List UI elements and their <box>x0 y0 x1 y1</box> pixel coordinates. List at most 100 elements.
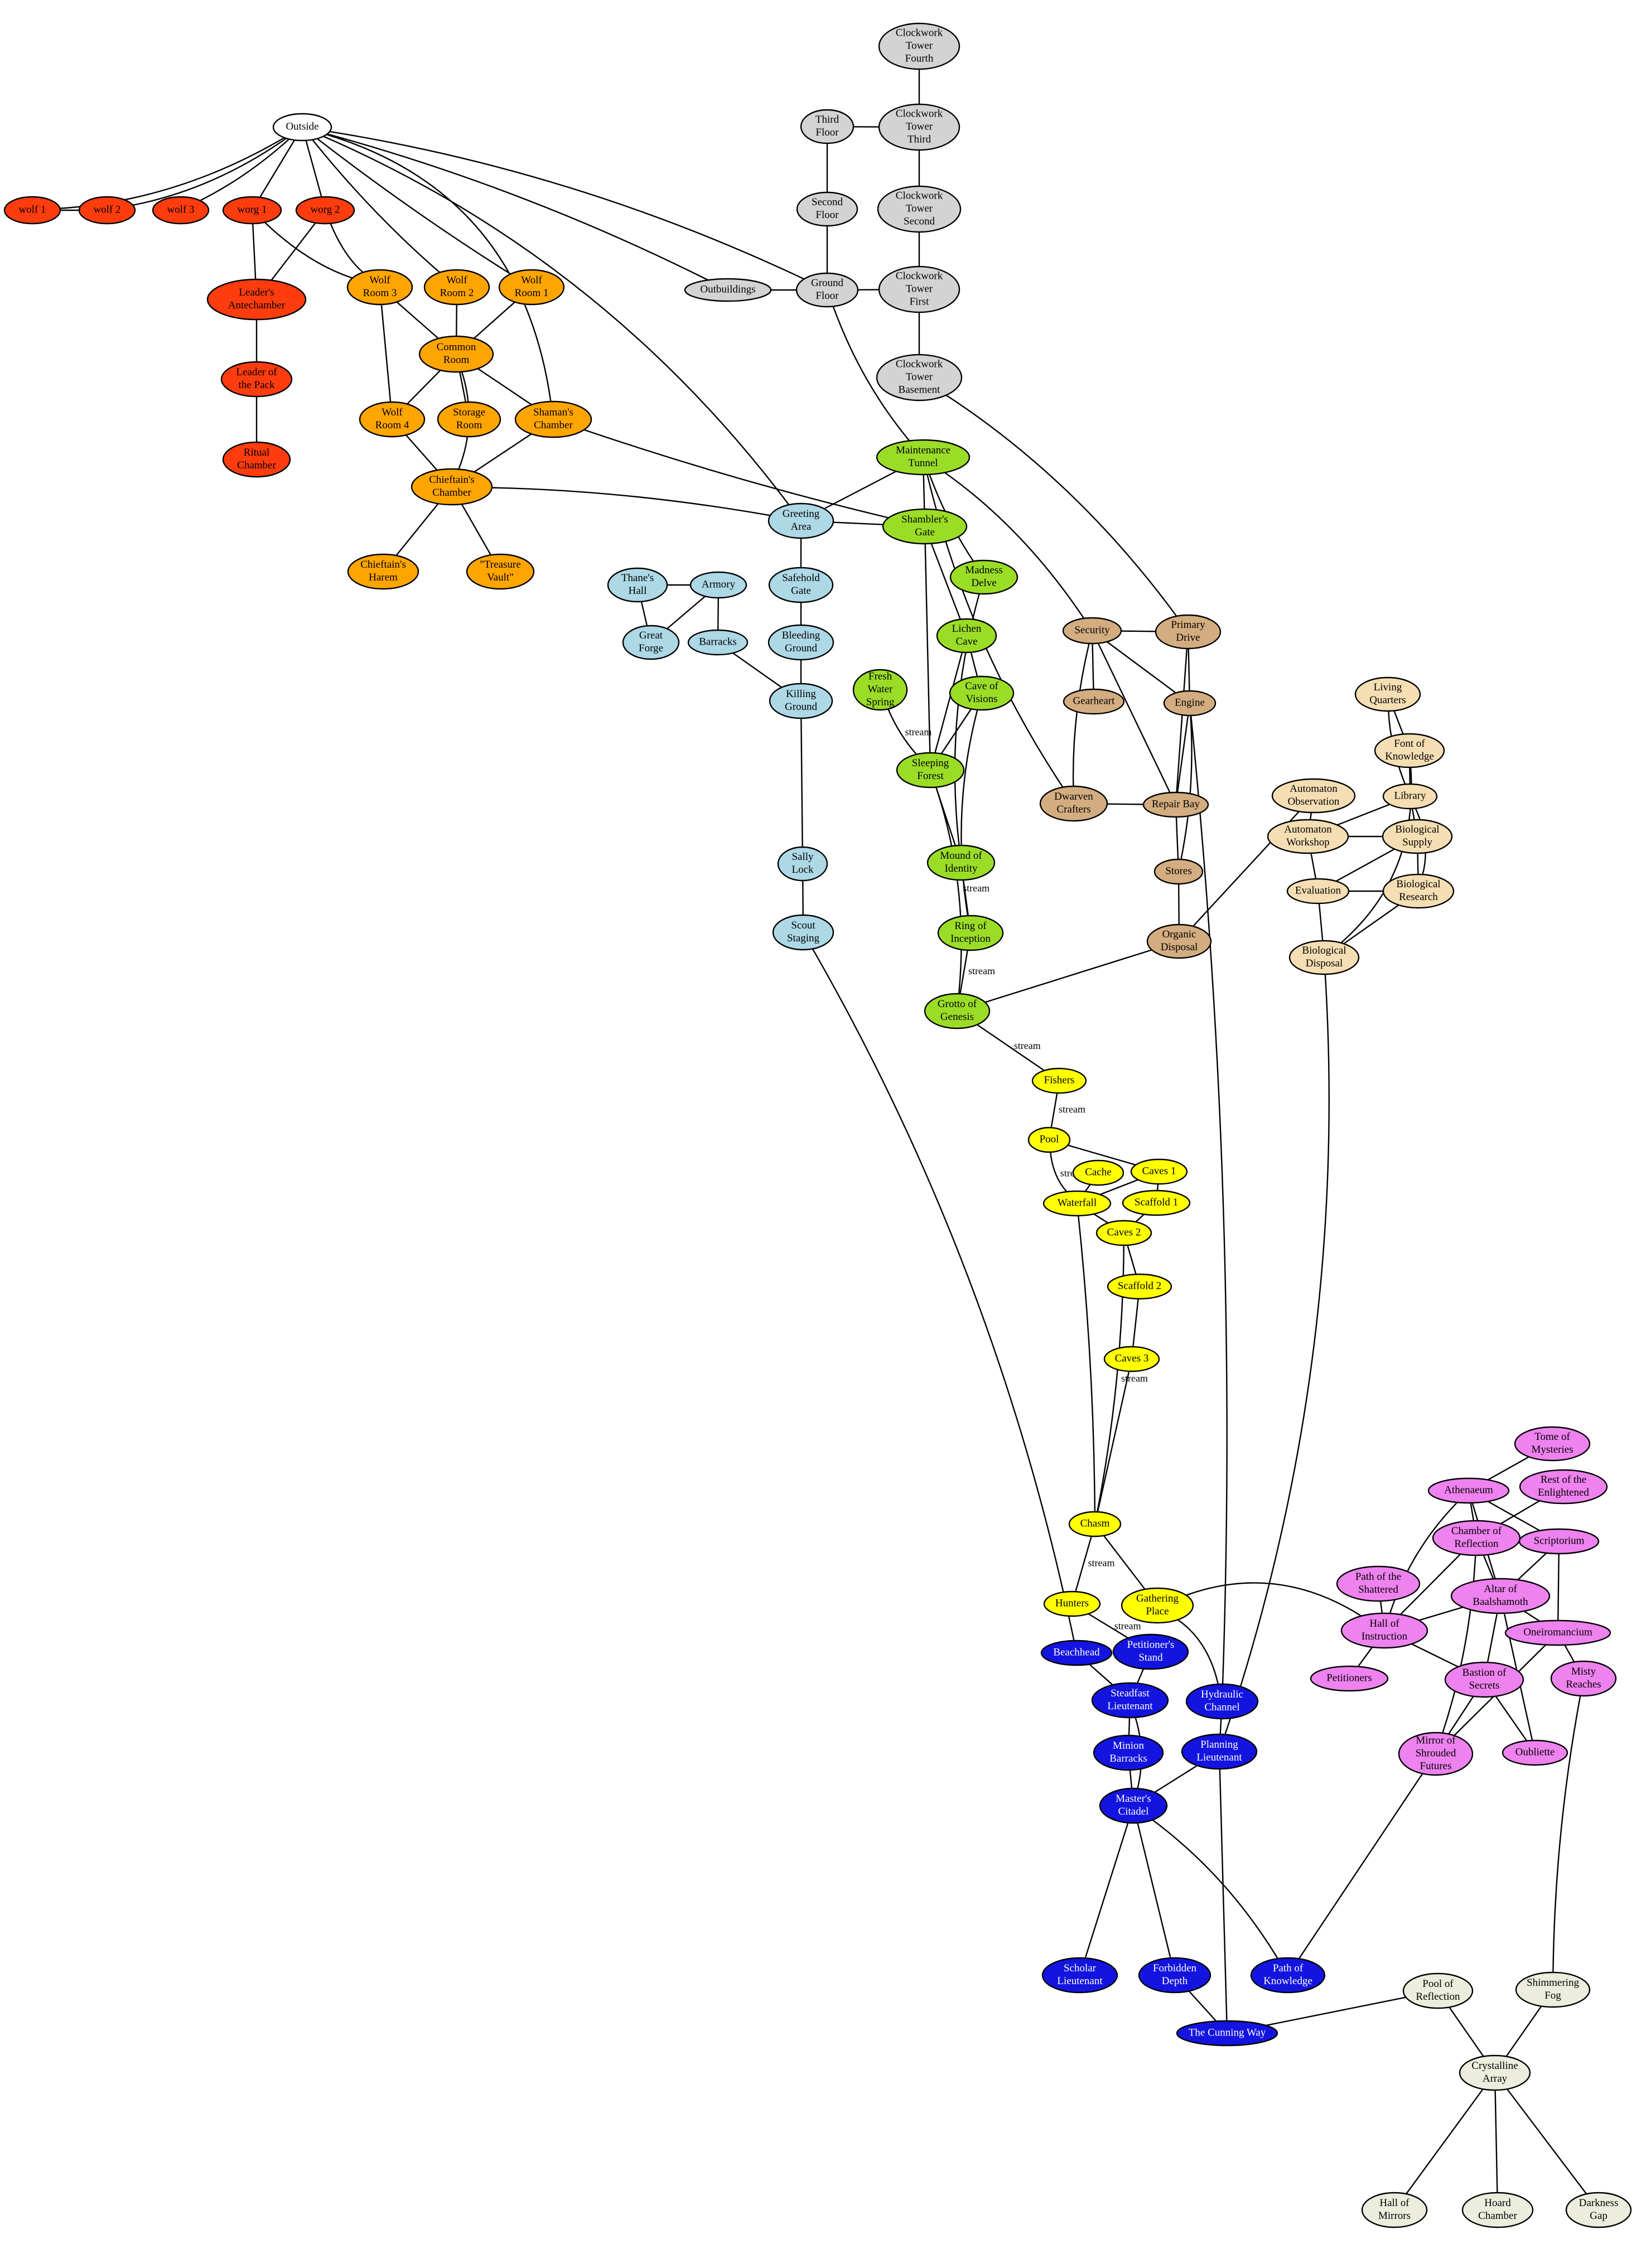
graph-node-font_of_knowledge[interactable]: Font of Knowledge <box>1374 733 1445 768</box>
graph-node-biological_disposal[interactable]: Biological Disposal <box>1288 940 1360 975</box>
graph-node-planning_lieutenant[interactable]: Planning Lieutenant <box>1181 1733 1258 1770</box>
graph-node-petitioners_stand[interactable]: Petitioner'sStand <box>1112 1633 1189 1670</box>
graph-node-hydraulic_channel[interactable]: HydraulicChannel <box>1185 1683 1259 1720</box>
graph-node-hoard_chamber[interactable]: HoardChamber <box>1461 2192 1534 2228</box>
graph-node-waterfall[interactable]: Waterfall <box>1042 1190 1112 1217</box>
graph-node-barracks[interactable]: Barracks <box>687 629 749 656</box>
graph-node-safehold_gate[interactable]: SafeholdGate <box>768 567 834 603</box>
graph-node-biological_supply[interactable]: BiologicalSupply <box>1382 819 1453 854</box>
graph-node-path_of_knowledge[interactable]: Path ofKnowledge <box>1250 1957 1326 1994</box>
graph-node-library[interactable]: Library <box>1382 783 1438 810</box>
graph-node-cunning_way[interactable]: The Cunning Way <box>1176 2020 1278 2047</box>
graph-node-path_of_shattered[interactable]: Path of theShattered <box>1336 1565 1421 1602</box>
graph-node-madness_delve[interactable]: MadnessDelve <box>949 559 1019 595</box>
graph-node-gathering_place[interactable]: Gathering Place <box>1121 1587 1194 1624</box>
graph-node-cache[interactable]: Cache <box>1072 1159 1124 1186</box>
graph-node-bleeding_ground[interactable]: BleedingGround <box>768 624 834 661</box>
graph-node-caves2[interactable]: Caves 2 <box>1095 1220 1152 1246</box>
graph-node-evaluation[interactable]: Evaluation <box>1286 878 1350 905</box>
graph-node-automaton_workshop[interactable]: AutomatonWorkshop <box>1267 819 1349 854</box>
graph-node-chieftains_chamber[interactable]: Chieftain'sChamber <box>411 468 493 506</box>
graph-node-chasm[interactable]: Chasm <box>1068 1511 1122 1537</box>
graph-node-hall_of_mirrors[interactable]: Hall ofMirrors <box>1361 2192 1428 2228</box>
graph-node-lichen_cave[interactable]: LichenCave <box>936 618 997 654</box>
graph-node-beachhead[interactable]: Beachhead <box>1040 1640 1113 1666</box>
graph-node-sleeping_forest[interactable]: SleepingForest <box>896 752 965 789</box>
graph-node-leaders_ante[interactable]: Leader'sAntechamber <box>206 278 307 321</box>
graph-node-wolf2[interactable]: wolf 2 <box>78 196 136 225</box>
graph-node-maintenance_tunnel[interactable]: MaintenanceTunnel <box>876 439 971 476</box>
graph-node-common_room[interactable]: CommonRoom <box>418 335 494 373</box>
graph-node-mirror_of_shrouded[interactable]: Mirror ofShroudedFutures <box>1398 1732 1474 1776</box>
graph-node-altar_of_baalshamoth[interactable]: Altar ofBaalshamoth <box>1450 1578 1551 1614</box>
graph-node-great_forge[interactable]: GreatForge <box>622 625 680 660</box>
graph-node-wolf1[interactable]: wolf 1 <box>3 196 61 225</box>
graph-node-fishers[interactable]: Fishers <box>1031 1067 1087 1094</box>
graph-node-shamans_chamber[interactable]: Shaman'sChamber <box>514 400 592 438</box>
graph-node-chieftains_harem[interactable]: Chieftain's Harem <box>347 553 419 590</box>
graph-node-ct_third[interactable]: ClockworkTowerThird <box>878 103 960 151</box>
graph-node-mound_of_identity[interactable]: Mound ofIdentity <box>926 844 996 881</box>
graph-node-scholar_lieutenant[interactable]: ScholarLieutenant <box>1041 1957 1118 1994</box>
graph-node-cave_of_visions[interactable]: Cave ofVisions <box>949 675 1015 711</box>
graph-node-hunters[interactable]: Hunters <box>1043 1590 1101 1617</box>
graph-node-misty_reaches[interactable]: Misty Reaches <box>1550 1660 1617 1697</box>
graph-node-living_quarters[interactable]: LivingQuarters <box>1354 676 1421 712</box>
graph-node-caves3[interactable]: Caves 3 <box>1103 1346 1160 1372</box>
graph-node-worg2[interactable]: worg 2 <box>295 196 355 225</box>
graph-node-shamblers_gate[interactable]: Shambler'sGate <box>882 508 968 545</box>
graph-node-hall_of_instruction[interactable]: Hall of Instruction <box>1340 1612 1428 1649</box>
graph-node-security[interactable]: Security <box>1062 617 1122 645</box>
graph-node-ct_second[interactable]: ClockworkTowerSecond <box>877 185 962 233</box>
graph-node-steadfast_lieutenant[interactable]: SteadfastLieutenant <box>1091 1682 1169 1719</box>
graph-node-tome_of_mysteries[interactable]: Tome ofMysteries <box>1514 1426 1591 1462</box>
graph-node-masters_citadel[interactable]: Master'sCitadel <box>1099 1787 1168 1824</box>
graph-node-repair_bay[interactable]: Repair Bay <box>1142 791 1209 818</box>
graph-node-pool[interactable]: Pool <box>1027 1126 1071 1153</box>
graph-node-scriptorium[interactable]: Scriptorium <box>1518 1528 1600 1555</box>
graph-node-second_floor[interactable]: SecondFloor <box>796 191 858 227</box>
graph-node-minion_barracks[interactable]: MinionBarracks <box>1093 1734 1164 1771</box>
graph-node-killing_ground[interactable]: KillingGround <box>769 683 833 719</box>
graph-node-ground_floor[interactable]: GroundFloor <box>795 272 859 308</box>
graph-node-rest_of_enlightened[interactable]: Rest of theEnlightened <box>1519 1469 1608 1505</box>
graph-node-greeting_area[interactable]: GreetingArea <box>768 502 834 539</box>
graph-node-stores[interactable]: Stores <box>1153 858 1204 885</box>
graph-node-wolf_room2[interactable]: WolfRoom 2 <box>423 269 490 306</box>
graph-node-athenaeum[interactable]: Athenaeum <box>1427 1477 1510 1504</box>
graph-node-organic_disposal[interactable]: OrganicDisposal <box>1146 923 1212 959</box>
graph-node-wolf_room4[interactable]: WolfRoom 4 <box>359 401 426 438</box>
graph-node-chamber_of_reflection[interactable]: Chamber ofReflection <box>1432 1520 1521 1556</box>
graph-node-oubliette[interactable]: Oubliette <box>1502 1739 1568 1766</box>
graph-node-outside[interactable]: Outside <box>272 113 332 142</box>
graph-node-storage_room[interactable]: StorageRoom <box>437 401 501 438</box>
graph-node-scaffold1[interactable]: Scaffold 1 <box>1122 1189 1191 1216</box>
graph-node-armory[interactable]: Armory <box>689 571 747 599</box>
graph-node-third_floor[interactable]: Third Floor <box>800 109 855 144</box>
graph-node-ct_basement[interactable]: ClockworkTowerBasement <box>876 354 963 402</box>
graph-node-caves1[interactable]: Caves 1 <box>1130 1158 1188 1185</box>
graph-node-worg1[interactable]: worg 1 <box>222 196 282 225</box>
graph-node-grotto_of_genesis[interactable]: Grotto ofGenesis <box>924 993 991 1029</box>
graph-node-thanes_hall[interactable]: Thane'sHall <box>607 567 668 603</box>
graph-node-forbidden_depth[interactable]: ForbiddenDepth <box>1138 1957 1211 1994</box>
graph-node-oneiromancium[interactable]: Oneiromancium <box>1504 1619 1611 1646</box>
graph-node-shimmering_fog[interactable]: ShimmeringFog <box>1515 1971 1591 2008</box>
graph-node-bastion_of_secrets[interactable]: Bastion ofSecrets <box>1444 1661 1524 1698</box>
graph-node-primary_drive[interactable]: PrimaryDrive <box>1155 614 1222 650</box>
graph-node-scaffold2[interactable]: Scaffold 2 <box>1107 1273 1172 1300</box>
graph-node-engine[interactable]: Engine <box>1163 690 1217 717</box>
graph-node-ring_of_inception[interactable]: Ring ofInception <box>937 915 1004 951</box>
graph-node-ct_fourth[interactable]: Clockwork TowerFourth <box>878 22 960 70</box>
graph-node-darkness_gap[interactable]: DarknessGap <box>1565 2192 1632 2228</box>
graph-node-wolf3[interactable]: wolf 3 <box>152 196 210 225</box>
graph-node-fresh_water_spring[interactable]: FreshWaterSpring <box>852 669 908 711</box>
graph-node-wolf_room1[interactable]: WolfRoom 1 <box>498 269 565 306</box>
graph-node-outbuildings[interactable]: Outbuildings <box>684 278 772 302</box>
graph-node-leader_pack[interactable]: Leader ofthe Pack <box>220 361 293 398</box>
graph-node-petitioners[interactable]: Petitioners <box>1310 1665 1389 1692</box>
graph-node-automaton_observation[interactable]: AutomatonObservation <box>1271 778 1356 814</box>
graph-node-sally_lock[interactable]: SallyLock <box>777 846 828 882</box>
graph-node-treasure_vault[interactable]: "Treasure Vault" <box>466 553 535 590</box>
graph-node-wolf_room3[interactable]: WolfRoom 3 <box>346 269 413 306</box>
